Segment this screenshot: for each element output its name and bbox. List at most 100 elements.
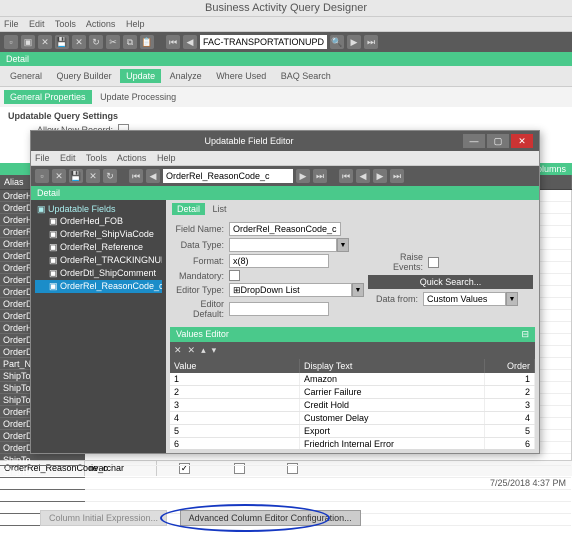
values-row[interactable]: 6Friedrich Internal Error6 xyxy=(170,438,535,449)
menu-tools[interactable]: Tools xyxy=(55,19,76,29)
ve-delete-icon[interactable]: ✕ xyxy=(188,345,196,356)
values-row[interactable]: 3Credit Hold3 xyxy=(170,399,535,412)
nav-prev-icon[interactable]: ◀ xyxy=(183,35,197,49)
modal-save-icon[interactable]: 💾 xyxy=(69,169,83,183)
modal-nav-next-icon[interactable]: ▶ xyxy=(296,169,310,183)
updatable-field-editor-dialog: Updatable Field Editor — ▢ ✕ File Edit T… xyxy=(30,130,540,454)
advanced-col-editor-button[interactable]: Advanced Column Editor Configuration... xyxy=(180,510,361,526)
modal-close-icon[interactable]: ✕ xyxy=(52,169,66,183)
data-from-dropdown[interactable]: Custom Values xyxy=(423,292,506,306)
modal-nav-first2-icon[interactable]: ⏮ xyxy=(339,169,353,183)
bottom-buttons: Column Initial Expression... Advanced Co… xyxy=(0,490,572,546)
tab-analyze[interactable]: Analyze xyxy=(164,69,208,83)
modal-menu-actions[interactable]: Actions xyxy=(117,153,147,163)
modal-refresh-icon[interactable]: ↻ xyxy=(103,169,117,183)
alias-cell[interactable]: Calculate xyxy=(0,478,85,490)
tree-node[interactable]: ▣ OrderDtl_ShipComment xyxy=(35,267,162,280)
values-row[interactable]: 5Export5 xyxy=(170,425,535,438)
modal-nav-first-icon[interactable]: ⏮ xyxy=(129,169,143,183)
app-title: Business Activity Query Designer xyxy=(0,0,572,17)
new-icon[interactable]: ▫ xyxy=(4,35,18,49)
editor-type-dropdown[interactable]: ⊞ DropDown List xyxy=(229,283,352,297)
tab-general[interactable]: General xyxy=(4,69,48,83)
field-name-input[interactable]: OrderRel_ReasonCode_c xyxy=(229,222,341,236)
raise-events-checkbox[interactable] xyxy=(428,257,439,268)
modal-menu-help[interactable]: Help xyxy=(157,153,176,163)
col-initial-expr-button[interactable]: Column Initial Expression... xyxy=(40,510,167,526)
modal-menu-edit[interactable]: Edit xyxy=(60,153,76,163)
query-id-input[interactable]: FAC-TRANSPORTATIONUPD xyxy=(200,35,327,49)
tree-node[interactable]: ▣ OrderRel_TRACKINGNUM_c xyxy=(35,254,162,267)
cut-icon[interactable]: ✂ xyxy=(106,35,120,49)
tree-node[interactable]: ▣ OrderRel_ShipViaCode xyxy=(35,228,162,241)
menu-file[interactable]: File xyxy=(4,19,19,29)
modal-new-icon[interactable]: ▫ xyxy=(35,169,49,183)
values-editor-collapse-icon[interactable]: ⊟ xyxy=(521,329,529,340)
tree-node[interactable]: ▣ OrderHed_FOB xyxy=(35,215,162,228)
alias-cell[interactable]: ShipTo_ xyxy=(0,466,85,478)
paste-icon[interactable]: 📋 xyxy=(140,35,154,49)
updatable-fields-tree[interactable]: ▣ Updatable Fields ▣ OrderHed_FOB▣ Order… xyxy=(31,200,166,453)
tab-query-builder[interactable]: Query Builder xyxy=(51,69,118,83)
modal-field-input[interactable]: OrderRel_ReasonCode_c xyxy=(163,169,293,183)
datafrom-dd-icon[interactable]: ▼ xyxy=(506,292,518,306)
search-icon[interactable]: 🔍 xyxy=(330,35,344,49)
mandatory-checkbox[interactable] xyxy=(229,270,240,281)
alias-cell[interactable]: ShipTo_ xyxy=(0,454,85,466)
menu-help[interactable]: Help xyxy=(126,19,145,29)
values-grid-header: Value Display Text Order xyxy=(170,359,535,373)
modal-tab-detail[interactable]: Detail xyxy=(172,203,205,215)
tab-baq-search[interactable]: BAQ Search xyxy=(275,69,337,83)
lbl-mandatory: Mandatory: xyxy=(174,271,229,281)
nav-last-icon[interactable]: ⏭ xyxy=(364,35,378,49)
tab-update[interactable]: Update xyxy=(120,69,161,83)
editortype-dd-icon[interactable]: ▼ xyxy=(352,283,364,297)
col-display-text[interactable]: Display Text xyxy=(300,359,485,373)
tree-node[interactable]: ▣ OrderRel_Reference xyxy=(35,241,162,254)
delete-icon[interactable]: ✕ xyxy=(72,35,86,49)
modal-menu-file[interactable]: File xyxy=(35,153,50,163)
quick-search-button[interactable]: Quick Search... xyxy=(368,275,533,289)
save-icon[interactable]: 💾 xyxy=(55,35,69,49)
ve-add-icon[interactable]: ✕ xyxy=(174,345,182,356)
values-editor-title: Values Editor xyxy=(176,329,521,340)
values-row[interactable]: 1Amazon1 xyxy=(170,373,535,386)
values-row[interactable]: 2Carrier Failure2 xyxy=(170,386,535,399)
open-icon[interactable]: ▣ xyxy=(21,35,35,49)
col-order[interactable]: Order xyxy=(485,359,535,373)
modal-nav-last2-icon[interactable]: ⏭ xyxy=(390,169,404,183)
editor-default-input[interactable] xyxy=(229,302,329,316)
close-window-icon[interactable]: ✕ xyxy=(511,134,533,148)
datatype-dd-icon[interactable]: ▼ xyxy=(337,238,349,252)
subtab-general-props[interactable]: General Properties xyxy=(4,90,92,104)
tree-node[interactable]: ▣ OrderRel_ReasonCode_c xyxy=(35,280,162,293)
modal-detail-header: Detail xyxy=(31,186,539,200)
copy-icon[interactable]: ⧉ xyxy=(123,35,137,49)
modal-nav-next2-icon[interactable]: ▶ xyxy=(373,169,387,183)
minimize-icon[interactable]: — xyxy=(463,134,485,148)
subtab-update-processing[interactable]: Update Processing xyxy=(94,90,182,104)
modal-nav-prev2-icon[interactable]: ◀ xyxy=(356,169,370,183)
menu-actions[interactable]: Actions xyxy=(86,19,116,29)
ve-up-icon[interactable]: ▴ xyxy=(201,345,206,356)
nav-first-icon[interactable]: ⏮ xyxy=(166,35,180,49)
close-icon[interactable]: ✕ xyxy=(38,35,52,49)
ve-down-icon[interactable]: ▾ xyxy=(212,345,217,356)
maximize-icon[interactable]: ▢ xyxy=(487,134,509,148)
nav-next-icon[interactable]: ▶ xyxy=(347,35,361,49)
menu-edit[interactable]: Edit xyxy=(29,19,45,29)
modal-tab-list[interactable]: List xyxy=(208,203,232,215)
modal-nav-prev-icon[interactable]: ◀ xyxy=(146,169,160,183)
data-type-dropdown[interactable] xyxy=(229,238,337,252)
tree-root[interactable]: ▣ Updatable Fields xyxy=(35,204,162,215)
main-toolbar: ▫ ▣ ✕ 💾 ✕ ↻ ✂ ⧉ 📋 ⏮ ◀ FAC-TRANSPORTATION… xyxy=(0,32,572,52)
modal-titlebar[interactable]: Updatable Field Editor — ▢ ✕ xyxy=(31,131,539,151)
col-value[interactable]: Value xyxy=(170,359,300,373)
refresh-icon[interactable]: ↻ xyxy=(89,35,103,49)
modal-nav-last-icon[interactable]: ⏭ xyxy=(313,169,327,183)
modal-delete-icon[interactable]: ✕ xyxy=(86,169,100,183)
modal-menu-tools[interactable]: Tools xyxy=(86,153,107,163)
values-row[interactable]: 4Customer Delay4 xyxy=(170,412,535,425)
format-input[interactable]: x(8) xyxy=(229,254,329,268)
tab-where-used[interactable]: Where Used xyxy=(210,69,272,83)
